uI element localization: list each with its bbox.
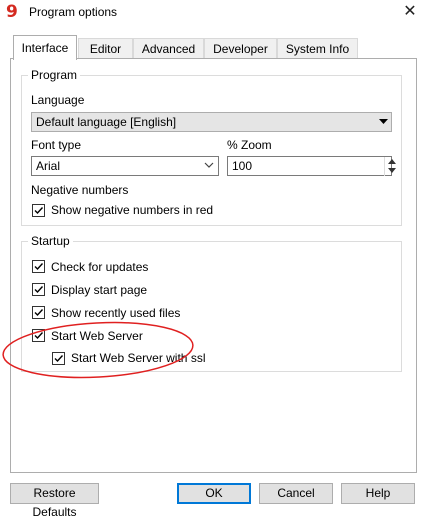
zoom-spin-buttons[interactable]: [384, 157, 399, 176]
check-for-updates-label: Check for updates: [51, 260, 149, 274]
help-button[interactable]: Help: [341, 483, 415, 504]
tab-panel-interface: Program Language Default language [Engli…: [10, 58, 417, 473]
restore-defaults-button[interactable]: Restore Defaults: [10, 483, 99, 519]
spin-down-icon[interactable]: [388, 168, 396, 173]
program-group: Program Language Default language [Engli…: [21, 68, 402, 226]
close-icon: ✕: [403, 3, 417, 20]
negative-numbers-label: Negative numbers: [31, 183, 129, 197]
font-type-label: Font type: [31, 138, 82, 152]
spin-up-icon[interactable]: [388, 159, 396, 164]
font-type-value: Arial: [36, 159, 61, 173]
title-bar: 9 Program options ✕: [0, 0, 427, 25]
startup-group-title: Startup: [28, 234, 73, 248]
checkmark-icon: [34, 309, 44, 317]
language-label: Language: [31, 93, 85, 107]
tab-editor[interactable]: Editor: [78, 38, 133, 58]
show-recent-files-label: Show recently used files: [51, 306, 181, 320]
zoom-label: % Zoom: [227, 138, 272, 152]
tab-label: Editor: [89, 42, 122, 56]
display-start-page-label: Display start page: [51, 283, 148, 297]
cancel-button[interactable]: Cancel: [259, 483, 333, 504]
checkmark-icon: [34, 263, 44, 271]
zoom-stepper[interactable]: 100: [227, 156, 396, 176]
tab-developer[interactable]: Developer: [204, 38, 277, 58]
app-icon: 9: [6, 2, 18, 22]
display-start-page-checkbox[interactable]: [32, 283, 45, 296]
checkmark-icon: [34, 207, 44, 215]
tab-label: Developer: [213, 42, 268, 56]
language-select[interactable]: Default language [English]: [31, 112, 392, 132]
dropdown-arrow-icon: [379, 119, 388, 124]
language-value: Default language [English]: [36, 115, 177, 129]
highlight-ellipse-annotation: [2, 321, 194, 379]
font-type-select[interactable]: Arial: [31, 156, 219, 176]
tab-label: Interface: [21, 41, 69, 55]
program-group-title: Program: [28, 68, 81, 82]
tab-system-info[interactable]: System Info: [277, 38, 358, 58]
tab-label: System Info: [285, 42, 350, 56]
show-negative-red-checkbox[interactable]: [32, 204, 45, 217]
ok-button[interactable]: OK: [177, 483, 251, 504]
chevron-down-icon: [204, 162, 214, 168]
tab-label: Advanced: [141, 42, 196, 56]
show-recent-files-checkbox[interactable]: [32, 306, 45, 319]
checkmark-icon: [34, 286, 44, 294]
window-title: Program options: [29, 5, 118, 19]
highlight-ellipse: [2, 321, 194, 379]
tab-interface[interactable]: Interface: [13, 35, 77, 60]
check-for-updates-checkbox[interactable]: [32, 260, 45, 273]
show-negative-red-label: Show negative numbers in red: [51, 203, 214, 217]
tab-advanced[interactable]: Advanced: [133, 38, 204, 58]
close-button[interactable]: ✕: [397, 1, 423, 23]
zoom-value: 100: [232, 159, 253, 173]
